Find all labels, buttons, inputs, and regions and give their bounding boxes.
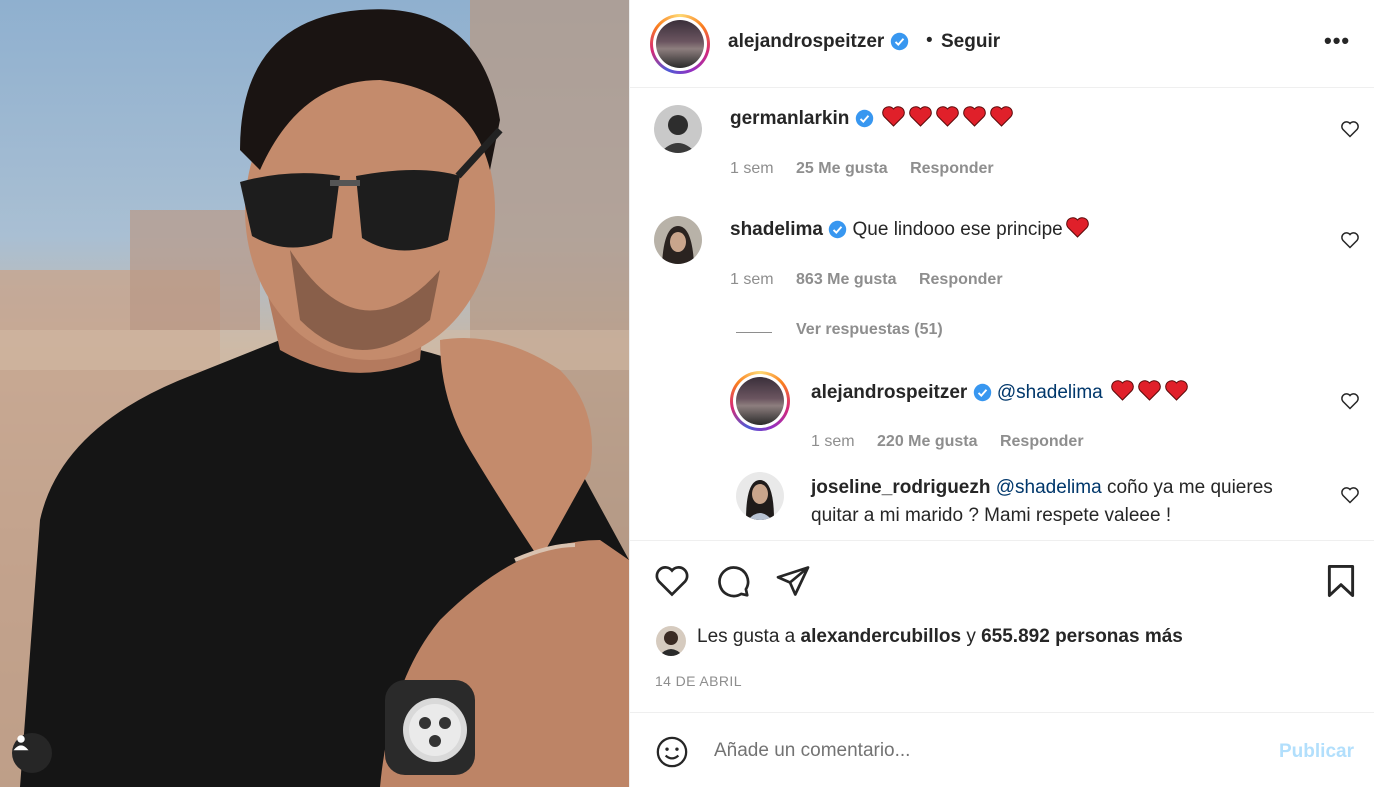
post-header: alejandrospeitzer • Seguir ••• bbox=[630, 0, 1374, 88]
verified-icon bbox=[890, 33, 908, 51]
like-comment-heart-icon[interactable] bbox=[1340, 119, 1360, 139]
comment-likes[interactable]: 220 Me gusta bbox=[877, 433, 977, 450]
heart-emoji-group bbox=[879, 106, 1014, 129]
publish-button[interactable]: Publicar bbox=[1279, 741, 1354, 763]
comment-meta: 1 sem 863 Me gusta Responder bbox=[730, 271, 1021, 289]
commenter-avatar[interactable] bbox=[654, 105, 702, 153]
mention-link[interactable]: @shadelima bbox=[996, 477, 1102, 498]
tagged-users-button[interactable] bbox=[12, 733, 52, 773]
likes-prefix: Les gusta a bbox=[697, 626, 796, 647]
heart-emoji-icon bbox=[909, 106, 932, 127]
comment-meta: 1 sem 220 Me gusta Responder bbox=[811, 433, 1102, 451]
like-comment-heart-icon[interactable] bbox=[1340, 485, 1360, 505]
heart-emoji-icon bbox=[990, 106, 1013, 127]
save-bookmark-icon[interactable] bbox=[1325, 563, 1357, 599]
commenter-username[interactable]: alejandrospeitzer bbox=[811, 382, 967, 403]
comment-text: coño ya me quieres bbox=[1106, 477, 1273, 498]
verified-icon bbox=[829, 221, 847, 239]
verified-icon bbox=[973, 384, 991, 402]
author-avatar[interactable] bbox=[650, 14, 710, 74]
commenter-username[interactable]: germanlarkin bbox=[730, 108, 849, 129]
comment-likes[interactable]: 25 Me gusta bbox=[796, 160, 888, 177]
heart-emoji-group bbox=[1108, 380, 1189, 403]
like-heart-icon[interactable] bbox=[654, 563, 690, 599]
more-options-icon[interactable]: ••• bbox=[1324, 28, 1350, 54]
heart-emoji-icon bbox=[1165, 380, 1188, 401]
likes-count[interactable]: 655.892 personas más bbox=[981, 626, 1183, 647]
follow-button[interactable]: Seguir bbox=[941, 31, 1000, 53]
heart-emoji-icon bbox=[936, 106, 959, 127]
commenter-avatar[interactable] bbox=[730, 371, 790, 431]
commenter-username[interactable]: shadelima bbox=[730, 219, 823, 240]
header-separator: • bbox=[926, 30, 933, 51]
verified-icon bbox=[855, 110, 873, 128]
heart-emoji-icon bbox=[1138, 380, 1161, 401]
heart-emoji-icon bbox=[882, 106, 905, 127]
reply-button[interactable]: Responder bbox=[1000, 433, 1084, 450]
reply-button[interactable]: Responder bbox=[910, 160, 994, 177]
share-send-icon[interactable] bbox=[775, 563, 811, 599]
heart-emoji-icon bbox=[1065, 217, 1089, 238]
commenter-avatar[interactable] bbox=[654, 216, 702, 264]
liker-username[interactable]: alexandercubillos bbox=[801, 626, 962, 647]
commenter-username[interactable]: joseline_rodriguezh bbox=[811, 477, 990, 498]
view-replies-divider bbox=[736, 332, 772, 333]
mention-link[interactable]: @shadelima bbox=[997, 382, 1103, 403]
comment-time[interactable]: 1 sem bbox=[811, 433, 855, 450]
heart-emoji-icon bbox=[1111, 380, 1134, 401]
post-actions: Les gusta a alexandercubillos y 655.892 … bbox=[630, 540, 1374, 712]
comment-input[interactable] bbox=[714, 735, 1254, 767]
comment-text: Que lindooo ese principe bbox=[852, 219, 1063, 240]
post-photo[interactable] bbox=[0, 0, 629, 787]
like-comment-heart-icon[interactable] bbox=[1340, 391, 1360, 411]
comments-list[interactable]: germanlarkin 1 sem 25 Me gusta Responder… bbox=[630, 89, 1374, 540]
comment-likes[interactable]: 863 Me gusta bbox=[796, 271, 896, 288]
comment-composer: Publicar bbox=[630, 712, 1374, 787]
post-side-panel: alejandrospeitzer • Seguir ••• germanlar… bbox=[629, 0, 1374, 787]
likes-summary: Les gusta a alexandercubillos y 655.892 … bbox=[697, 626, 1183, 648]
commenter-avatar[interactable] bbox=[736, 472, 784, 520]
comment-time[interactable]: 1 sem bbox=[730, 160, 774, 177]
view-replies-button[interactable]: Ver respuestas (51) bbox=[796, 321, 943, 339]
like-comment-heart-icon[interactable] bbox=[1340, 230, 1360, 250]
reply-button[interactable]: Responder bbox=[919, 271, 1003, 288]
heart-emoji-icon bbox=[963, 106, 986, 127]
comment-text: quitar a mi marido ? Mami respete valeee… bbox=[811, 505, 1172, 526]
comment-meta: 1 sem 25 Me gusta Responder bbox=[730, 160, 1012, 178]
likes-connector: y bbox=[966, 626, 976, 647]
comment-time[interactable]: 1 sem bbox=[730, 271, 774, 288]
person-icon bbox=[13, 735, 29, 751]
author-username-text[interactable]: alejandrospeitzer bbox=[728, 31, 884, 52]
comment-bubble-icon[interactable] bbox=[715, 563, 751, 599]
author-username[interactable]: alejandrospeitzer bbox=[728, 31, 909, 53]
post-date[interactable]: 14 DE ABRIL bbox=[655, 673, 742, 689]
emoji-smiley-icon[interactable] bbox=[655, 735, 689, 769]
liker-avatar[interactable] bbox=[656, 626, 686, 656]
photo-illustration bbox=[0, 0, 629, 787]
